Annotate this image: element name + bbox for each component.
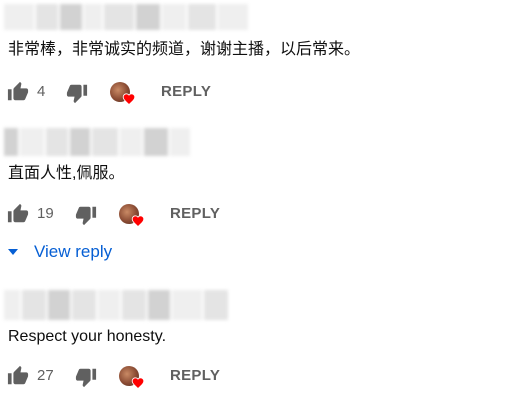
comment-action-bar: 19 REPLY — [0, 200, 521, 230]
creator-heart-icon[interactable] — [119, 366, 147, 392]
reply-button[interactable]: REPLY — [161, 82, 211, 102]
author-name-redacted[interactable] — [4, 4, 248, 30]
thumb-down-icon[interactable] — [75, 204, 97, 226]
comment-action-bar: 4 REPLY — [0, 78, 521, 108]
comment-action-bar: 27 REPLY — [0, 362, 521, 392]
creator-heart-icon[interactable] — [110, 82, 138, 108]
caret-down-icon — [8, 249, 18, 255]
creator-heart-icon[interactable] — [119, 204, 147, 230]
thumb-down-icon[interactable] — [66, 82, 88, 104]
like-count: 4 — [37, 83, 46, 100]
thumb-up-icon[interactable] — [7, 81, 29, 103]
thumb-up-icon[interactable] — [7, 203, 29, 225]
author-name-redacted[interactable] — [4, 290, 228, 320]
comment-text: 非常棒，非常诚实的频道，谢谢主播，以后常来。 — [8, 41, 361, 58]
heart-icon — [131, 214, 145, 227]
like-count: 19 — [37, 205, 54, 222]
heart-icon — [131, 376, 145, 389]
like-count: 27 — [37, 367, 54, 384]
author-name-redacted[interactable] — [4, 128, 190, 156]
view-replies-label: View reply — [34, 242, 113, 261]
heart-icon — [122, 92, 136, 105]
reply-button[interactable]: REPLY — [170, 366, 220, 386]
reply-button[interactable]: REPLY — [170, 204, 220, 224]
comment-text: Respect your honesty. — [8, 328, 167, 345]
thumb-up-icon[interactable] — [7, 365, 29, 387]
comment-text: 直面人性,佩服。 — [8, 165, 125, 182]
view-replies-button[interactable]: View reply — [6, 240, 112, 264]
thumb-down-icon[interactable] — [75, 366, 97, 388]
